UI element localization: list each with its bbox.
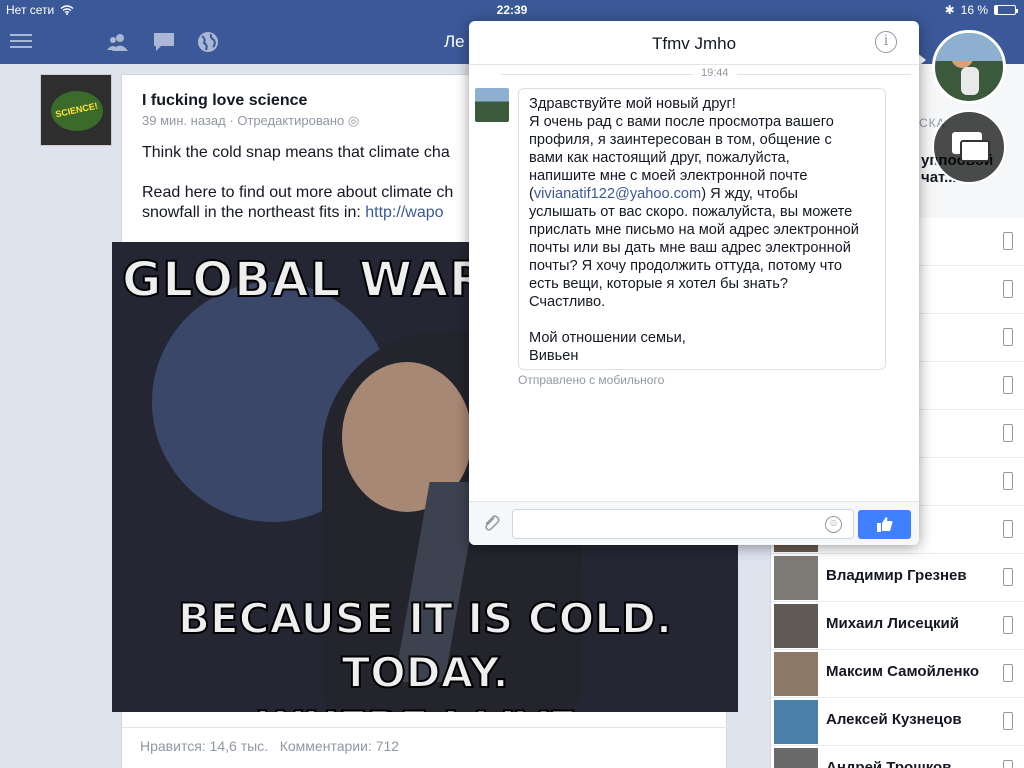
chat-head-avatar[interactable] (932, 30, 1006, 104)
contact-name: Владимир Грезнев (826, 567, 967, 584)
contact-row[interactable]: Владимир Грезнев (771, 554, 1024, 602)
bluetooth-icon: ✱ (944, 3, 955, 17)
meme-bottom-line-1: BECAUSE IT IS COLD. TODAY. (177, 593, 673, 698)
mobile-device-icon (1003, 712, 1013, 730)
mobile-device-icon (1003, 616, 1013, 634)
message-lines: Здравствуйте мой новый друг! Я очень рад … (529, 95, 875, 185)
chat-head-sky (935, 33, 1003, 61)
post-text-line: Read here to find out more about climate… (142, 184, 454, 201)
message-line: почты? Я хочу продолжить оттуда, потому … (529, 258, 843, 274)
contact-name: Андрей Трошков (826, 759, 952, 768)
message-line: профиля, я заинтересован в том, общение … (529, 132, 832, 148)
sent-from-mobile: Отправлено с мобильного (518, 373, 665, 387)
mobile-device-icon (1003, 520, 1013, 538)
post-link[interactable]: http://wapo (365, 204, 443, 221)
page-avatar[interactable]: SCIENCE! (40, 74, 112, 146)
message-line: Здравствуйте мой новый друг! (529, 96, 736, 112)
message-line: (vivianatif122@yahoo.com) Я жду, чтобы (529, 185, 875, 203)
contact-name: Максим Самойленко (826, 663, 980, 680)
chat-head-person (961, 67, 979, 95)
battery-label: 16 % (960, 3, 988, 17)
comments-count[interactable]: Комментарии: 712 (280, 738, 399, 754)
mobile-device-icon (1003, 376, 1013, 394)
menu-icon[interactable] (10, 30, 34, 54)
message-signature-1: Мой отношении семьи, (529, 330, 686, 346)
contact-avatar (774, 748, 818, 768)
battery-icon (994, 5, 1018, 15)
mobile-device-icon (1003, 328, 1013, 346)
contact-row[interactable]: Андрей Трошков (771, 746, 1024, 768)
contact-row[interactable]: Михаил Лисецкий (771, 602, 1024, 650)
message-line: прислать мне письмо на мой адрес электро… (529, 222, 859, 238)
contact-row[interactable]: Максим Самойленко (771, 650, 1024, 698)
post-meta-text: 39 мин. назад · Отредактировано (142, 113, 345, 128)
chat-timestamp-row: 19:44 (501, 67, 911, 81)
status-bar: Нет сети 22:39 ✱ 16 % (0, 0, 1024, 20)
contact-avatar (774, 652, 818, 696)
clock: 22:39 (496, 3, 528, 17)
contact-name: Михаил Лисецкий (826, 615, 959, 632)
messages-icon[interactable] (152, 30, 176, 54)
mobile-device-icon (1003, 472, 1013, 490)
chat-title[interactable]: Tfmv Jmho (469, 34, 919, 54)
contact-name: Алексей Кузнецов (826, 711, 962, 728)
meme-bottom-line-2: WHERE I LIVE. (112, 700, 738, 712)
mobile-device-icon (1003, 760, 1013, 768)
message-line: Я очень рад с вами после просмотра вашег… (529, 114, 834, 130)
emoji-icon[interactable]: ☺ (825, 516, 842, 533)
contact-row[interactable]: Алексей Кузнецов (771, 698, 1024, 746)
mobile-device-icon (1003, 664, 1013, 682)
chat-bubbles-icon-front (960, 140, 990, 162)
message-line: вами как настоящий друг, пожалуйста, (529, 150, 790, 166)
status-right: ✱ 16 % (944, 3, 1018, 17)
email-link[interactable]: vivianatif122@yahoo.com (534, 186, 701, 202)
likes-count[interactable]: Нравится: 14,6 тыс. (140, 738, 268, 754)
mobile-device-icon (1003, 280, 1013, 298)
contact-avatar (774, 700, 818, 744)
message-composer: ☺ (469, 501, 919, 545)
attach-icon[interactable] (481, 513, 501, 533)
message-line: есть вещи, которые я хотел бы знать? (529, 276, 788, 292)
mobile-device-icon (1003, 568, 1013, 586)
globe-icon[interactable] (196, 30, 220, 54)
battery-fill (995, 6, 999, 14)
thumbs-up-icon (876, 517, 892, 532)
mobile-device-icon (1003, 424, 1013, 442)
meme-bottom-caption: BECAUSE IT IS COLD. TODAY. WHERE I LIVE. (112, 592, 738, 712)
chat-timestamp: 19:44 (693, 67, 737, 79)
message-text: ) Я жду, чтобы (701, 186, 799, 202)
like-send-button[interactable] (858, 510, 911, 539)
nav-title: Ле (444, 32, 465, 51)
contact-avatar (774, 556, 818, 600)
chat-heads-more-button[interactable] (932, 110, 1006, 184)
chat-popup: Tfmv Jmho i 19:44 Здравствуйте мой новый… (469, 21, 919, 545)
post-text-line: snowfall in the northeast fits in: (142, 204, 366, 221)
post-footer: Нравится: 14,6 тыс. Комментарии: 712 (122, 727, 728, 764)
mobile-device-icon (1003, 232, 1013, 250)
message-line: услышать от вас скоро. пожалуйста, вы мо… (529, 204, 853, 220)
message-bubble: Здравствуйте мой новый друг! Я очень рад … (518, 88, 886, 370)
info-icon[interactable]: i (875, 31, 897, 53)
post-meta: 39 мин. назад · Отредактировано ◎ (142, 113, 359, 129)
message-signature-2: Вивьен (529, 348, 579, 364)
message-input[interactable] (512, 509, 854, 539)
message-line: напишите мне с моей электронной почте (529, 168, 808, 184)
message-lines: услышать от вас скоро. пожалуйста, вы мо… (529, 203, 875, 311)
post-author[interactable]: I fucking love science (142, 92, 307, 110)
friends-icon[interactable] (106, 30, 130, 54)
message-line: Счастливо. (529, 294, 606, 310)
edited-icon: ◎ (347, 113, 360, 128)
contact-avatar (774, 604, 818, 648)
chat-header: Tfmv Jmho i (469, 21, 919, 65)
message-line: почты или вы дать мне ваш адрес электрон… (529, 240, 851, 256)
sender-avatar[interactable] (475, 88, 509, 122)
